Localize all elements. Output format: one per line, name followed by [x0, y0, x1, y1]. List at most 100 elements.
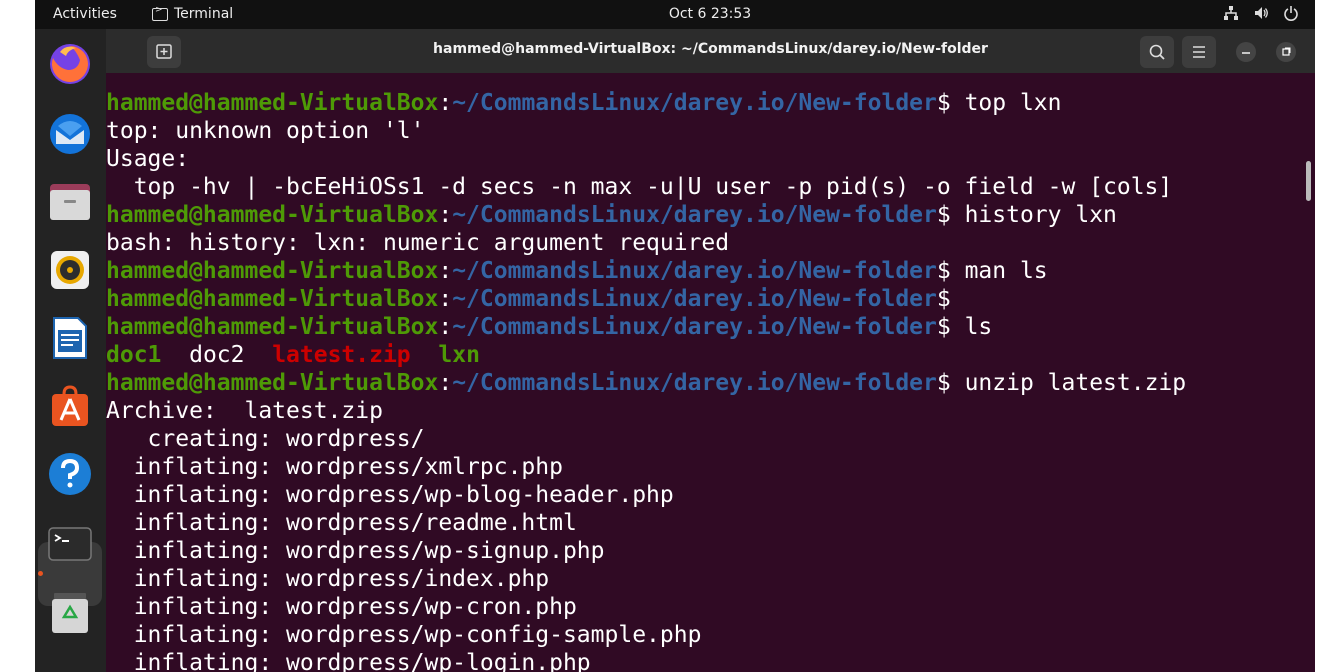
minimize-icon — [1242, 52, 1250, 54]
running-indicator — [38, 571, 43, 576]
desktop: Activities Terminal Oct 6 23:53 — [35, 0, 1315, 672]
prompt-path: ~/CommandsLinux/darey.io/New-folder — [452, 314, 937, 340]
output-text: inflating: wordpress/wp-signup.php — [106, 538, 605, 564]
prompt-path: ~/CommandsLinux/darey.io/New-folder — [452, 370, 937, 396]
search-button[interactable] — [1140, 36, 1174, 68]
prompt-symbol: $ — [936, 90, 951, 116]
ls-entry: latest.zip — [272, 342, 411, 368]
prompt-symbol: $ — [936, 202, 951, 228]
output-text: inflating: wordpress/wp-cron.php — [106, 594, 577, 620]
terminal-line: hammed@hammed-VirtualBox:~/CommandsLinux… — [106, 257, 1186, 285]
terminal-line: Usage: — [106, 145, 1186, 173]
search-icon — [1149, 44, 1165, 60]
rhythmbox-icon[interactable] — [48, 248, 92, 292]
prompt-symbol: $ — [936, 370, 951, 396]
output-text: bash: history: lxn: numeric argument req… — [106, 230, 730, 256]
terminal-line: hammed@hammed-VirtualBox:~/CommandsLinux… — [106, 313, 1186, 341]
terminal-line: Archive: latest.zip — [106, 397, 1186, 425]
prompt-user: hammed@hammed-VirtualBox — [106, 90, 439, 116]
prompt-symbol: $ — [936, 314, 951, 340]
terminal-line: inflating: wordpress/wp-cron.php — [106, 593, 1186, 621]
output-text: inflating: wordpress/index.php — [106, 566, 550, 592]
scrollbar-thumb[interactable] — [1306, 161, 1311, 201]
command-text: unzip latest.zip — [950, 370, 1187, 396]
terminal-lines: hammed@hammed-VirtualBox:~/CommandsLinux… — [106, 89, 1186, 672]
writer-icon[interactable] — [48, 316, 92, 360]
window-title: hammed@hammed-VirtualBox: ~/CommandsLinu… — [433, 41, 988, 57]
prompt-path: ~/CommandsLinux/darey.io/New-folder — [452, 202, 937, 228]
terminal-line: inflating: wordpress/wp-login.php — [106, 649, 1186, 672]
prompt-user: hammed@hammed-VirtualBox — [106, 314, 439, 340]
terminal-line: hammed@hammed-VirtualBox:~/CommandsLinux… — [106, 201, 1186, 229]
prompt-symbol: $ — [936, 258, 951, 284]
prompt-user: hammed@hammed-VirtualBox — [106, 202, 439, 228]
terminal-output[interactable]: hammed@hammed-VirtualBox:~/CommandsLinux… — [106, 73, 1315, 672]
firefox-icon[interactable] — [48, 42, 92, 86]
output-text: top -hv | -bcEeHiOSs1 -d secs -n max -u|… — [106, 174, 1173, 200]
prompt-colon: : — [438, 370, 453, 396]
prompt-path: ~/CommandsLinux/darey.io/New-folder — [452, 286, 937, 312]
command-text: ls — [950, 314, 993, 340]
terminal-line: hammed@hammed-VirtualBox:~/CommandsLinux… — [106, 89, 1186, 117]
command-text: man ls — [950, 258, 1048, 284]
command-text: history lxn — [950, 202, 1117, 228]
thunderbird-icon[interactable] — [48, 112, 92, 156]
terminal-line: bash: history: lxn: numeric argument req… — [106, 229, 1186, 257]
network-icon — [1223, 5, 1239, 21]
output-text: creating: wordpress/ — [106, 426, 425, 452]
prompt-colon: : — [438, 90, 453, 116]
output-text: top: unknown option 'l' — [106, 118, 425, 144]
output-text: Usage: — [106, 146, 190, 172]
minimize-button[interactable] — [1236, 42, 1256, 62]
prompt-colon: : — [438, 202, 453, 228]
prompt-colon: : — [438, 314, 453, 340]
terminal-line: inflating: wordpress/index.php — [106, 565, 1186, 593]
prompt-user: hammed@hammed-VirtualBox — [106, 370, 439, 396]
system-tray[interactable] — [1223, 5, 1299, 21]
output-text: inflating: wordpress/wp-login.php — [106, 650, 591, 672]
maximize-button[interactable] — [1276, 42, 1296, 62]
window-header-bar: hammed@hammed-VirtualBox: ~/CommandsLinu… — [106, 29, 1315, 73]
terminal-line: inflating: wordpress/wp-signup.php — [106, 537, 1186, 565]
prompt-colon: : — [438, 286, 453, 312]
trash-icon[interactable] — [48, 591, 92, 635]
clock[interactable]: Oct 6 23:53 — [35, 6, 1315, 22]
prompt-path: ~/CommandsLinux/darey.io/New-folder — [452, 258, 937, 284]
prompt-user: hammed@hammed-VirtualBox — [106, 258, 439, 284]
terminal-line: doc1 doc2 latest.zip lxn — [106, 341, 1186, 369]
power-icon — [1283, 5, 1299, 21]
command-text: top lxn — [950, 90, 1062, 116]
ls-entry: doc2 — [189, 342, 245, 368]
terminal-line: creating: wordpress/ — [106, 425, 1186, 453]
ls-entry: doc1 — [106, 342, 162, 368]
top-bar: Activities Terminal Oct 6 23:53 — [35, 0, 1315, 29]
files-icon[interactable] — [48, 180, 92, 224]
output-text: inflating: wordpress/wp-blog-header.php — [106, 482, 674, 508]
output-text: inflating: wordpress/wp-config-sample.ph… — [106, 622, 702, 648]
prompt-symbol: $ — [936, 286, 951, 312]
terminal-line: hammed@hammed-VirtualBox:~/CommandsLinux… — [106, 369, 1186, 397]
output-text: Archive: latest.zip — [106, 398, 383, 424]
output-text: inflating: wordpress/xmlrpc.php — [106, 454, 563, 480]
menu-button[interactable] — [1182, 36, 1216, 68]
app-center-icon[interactable] — [48, 384, 92, 428]
terminal-line: inflating: wordpress/wp-blog-header.php — [106, 481, 1186, 509]
maximize-icon — [1282, 47, 1291, 56]
output-text: inflating: wordpress/readme.html — [106, 510, 577, 536]
hamburger-menu-icon — [1193, 46, 1205, 58]
terminal-line: inflating: wordpress/xmlrpc.php — [106, 453, 1186, 481]
terminal-line: hammed@hammed-VirtualBox:~/CommandsLinux… — [106, 285, 1186, 313]
help-icon[interactable] — [48, 452, 92, 496]
terminal-line: inflating: wordpress/wp-config-sample.ph… — [106, 621, 1186, 649]
volume-icon — [1253, 5, 1269, 21]
terminal-line: top -hv | -bcEeHiOSs1 -d secs -n max -u|… — [106, 173, 1186, 201]
prompt-path: ~/CommandsLinux/darey.io/New-folder — [452, 90, 937, 116]
terminal-line: top: unknown option 'l' — [106, 117, 1186, 145]
ls-entry: lxn — [438, 342, 480, 368]
prompt-user: hammed@hammed-VirtualBox — [106, 286, 439, 312]
prompt-colon: : — [438, 258, 453, 284]
terminal-window: hammed@hammed-VirtualBox: ~/CommandsLinu… — [106, 29, 1315, 672]
dock — [35, 29, 106, 672]
terminal-icon[interactable] — [48, 522, 92, 566]
terminal-line: inflating: wordpress/readme.html — [106, 509, 1186, 537]
